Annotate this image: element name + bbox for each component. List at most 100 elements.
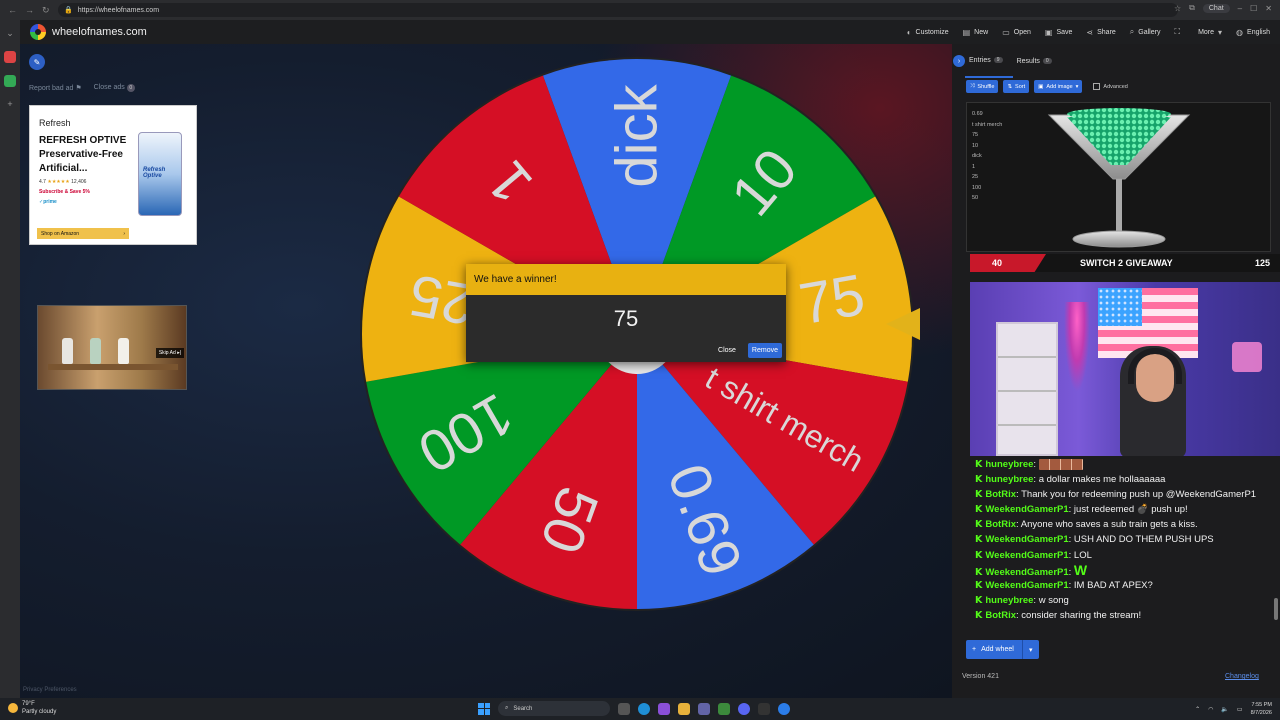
extensions-icon[interactable]: ⧉: [1189, 3, 1195, 13]
chat-username[interactable]: huneybree: [985, 474, 1033, 485]
taskbar-search[interactable]: ⌕ Search: [498, 701, 610, 716]
close-window-icon[interactable]: ✕: [1265, 4, 1272, 13]
vertical-tab-kick[interactable]: [4, 75, 16, 87]
store-icon[interactable]: [718, 702, 730, 715]
chevron-down-icon: ▾: [1075, 83, 1079, 90]
browser-toolbar: ← → ↻ 🔒 https://wheelofnames.com ☆ ⧉ Cha…: [0, 0, 1280, 20]
header-menu-item[interactable]: ⌕ Gallery: [1130, 27, 1161, 37]
ad-bottle: [90, 338, 101, 364]
volume-icon[interactable]: 🔈: [1221, 706, 1228, 713]
chat-message: 𝗞huneybree: w song: [975, 594, 1069, 606]
kick-badge-icon: 𝗞: [975, 566, 983, 578]
folder-icon: ▭: [1002, 27, 1010, 37]
chat-username[interactable]: WeekendGamerP1: [985, 550, 1068, 561]
amazon-ad[interactable]: Refresh REFRESH OPTIVE Preservative-Free…: [29, 105, 197, 245]
new-tab-icon[interactable]: +: [7, 99, 12, 109]
shop-on-amazon-button[interactable]: Shop on Amazon ›: [37, 228, 129, 239]
edit-pencil-button[interactable]: ✎: [29, 54, 45, 70]
tab-list-icon[interactable]: ⌄: [6, 28, 14, 39]
advanced-checkbox[interactable]: Advanced: [1093, 83, 1128, 90]
close-ads-link[interactable]: Close ads 0: [94, 84, 135, 92]
windows-start-icon[interactable]: [478, 702, 490, 715]
chat-text: Anyone who saves a sub train gets a kiss…: [1020, 519, 1198, 531]
overlay-right-count: 125: [1254, 258, 1270, 268]
wheel-segment-label: dick: [605, 83, 670, 187]
profile-chip[interactable]: Chat: [1202, 3, 1230, 13]
reload-icon[interactable]: ↻: [42, 5, 50, 16]
collapse-panel-button[interactable]: ›: [953, 55, 965, 67]
scrollbar-thumb[interactable]: [1274, 598, 1278, 620]
privacy-preferences-link[interactable]: Privacy Preferences: [23, 687, 77, 693]
battery-icon[interactable]: ▭: [1237, 706, 1243, 713]
task-view-icon[interactable]: [618, 702, 630, 715]
search-icon: ⌕: [505, 705, 509, 711]
winner-heading: We have a winner!: [466, 264, 786, 295]
kick-badge-icon: 𝗞: [975, 519, 983, 531]
header-menu-item[interactable]: ⋖ Share: [1086, 28, 1115, 37]
chat-message: 𝗞huneybree: a dollar makes me hollaaaaaa: [975, 474, 1166, 486]
bookmark-icon[interactable]: ☆: [1174, 4, 1181, 13]
weather-widget[interactable]: 79°F Partly cloudy: [8, 700, 56, 716]
chat-username[interactable]: BotRix: [985, 610, 1016, 621]
discord-icon[interactable]: [738, 702, 750, 715]
file-explorer-icon[interactable]: [678, 702, 690, 715]
report-ad-link[interactable]: Report bad ad ⚑: [29, 84, 82, 92]
ad-product-image: Refresh Optive: [138, 132, 182, 216]
chevron-up-icon[interactable]: ⌃: [1195, 706, 1200, 713]
vertical-tab-wheel[interactable]: [4, 51, 16, 63]
header-menu-item[interactable]: ◐ Customize: [907, 28, 949, 37]
tab-entries[interactable]: Entries 9: [965, 44, 1013, 78]
header-menu-item[interactable]: ◍ English: [1236, 28, 1270, 37]
back-icon[interactable]: ←: [8, 5, 17, 16]
ad-brand: Refresh: [39, 118, 71, 128]
minimize-icon[interactable]: –: [1238, 4, 1242, 13]
chat-username[interactable]: BotRix: [985, 489, 1016, 500]
chat-username[interactable]: BotRix: [985, 519, 1016, 530]
chat-username[interactable]: WeekendGamerP1: [985, 504, 1068, 515]
add-wheel-button[interactable]: + Add wheel ▾: [966, 640, 1039, 659]
system-clock[interactable]: 7:55 PM 8/7/2026: [1251, 701, 1272, 717]
changelog-link[interactable]: Changelog: [1225, 673, 1259, 680]
chat-username[interactable]: huneybree: [985, 595, 1033, 606]
webcam-feed: [970, 282, 1280, 456]
video-ad[interactable]: Skip Ad ▸|: [37, 305, 187, 390]
site-logo[interactable]: wheelofnames.com: [20, 24, 147, 40]
app-icon[interactable]: [778, 702, 790, 715]
chat-message: 𝗞 WeekendGamerP1: LOL: [975, 549, 1092, 561]
header-menu-item[interactable]: ⛶: [1174, 27, 1184, 37]
remove-button[interactable]: Remove: [747, 343, 782, 358]
header-menu-item[interactable]: ▭ Open: [1002, 28, 1031, 37]
overlay-left-count: 40: [970, 254, 1046, 272]
edge-icon[interactable]: [638, 702, 650, 715]
chat-username[interactable]: huneybree: [985, 459, 1033, 470]
emote-icon: [1038, 458, 1083, 470]
tab-results[interactable]: Results 0: [1013, 44, 1062, 78]
ad-bottle: [118, 338, 129, 364]
chat-text: LOL: [1073, 549, 1092, 561]
entries-textarea[interactable]: 0.69 t shirt merch 75 10 dick 1 25 100 50: [966, 102, 1271, 252]
add-wheel-dropdown[interactable]: ▾: [1023, 646, 1039, 654]
header-menu-item[interactable]: ▤ New: [963, 28, 989, 37]
shuffle-button[interactable]: ⤨ Shuffle: [966, 80, 999, 93]
entry-line: 10: [972, 142, 979, 149]
chat-username[interactable]: WeekendGamerP1: [985, 534, 1068, 545]
close-button[interactable]: Close: [714, 343, 740, 358]
sort-button[interactable]: ⇅ Sort: [1003, 80, 1030, 93]
header-menu-item[interactable]: More ▾: [1198, 28, 1222, 37]
skip-ad-button[interactable]: Skip Ad ▸|: [155, 348, 184, 358]
add-image-button[interactable]: ▣ Add image ▾: [1034, 80, 1083, 93]
wifi-icon[interactable]: ◠: [1208, 706, 1213, 713]
forward-icon[interactable]: →: [25, 5, 34, 16]
teams-icon[interactable]: [698, 702, 710, 715]
entry-line: 100: [972, 184, 982, 191]
chat-username[interactable]: WeekendGamerP1: [985, 567, 1068, 578]
ad-bottle: [62, 338, 73, 364]
address-bar[interactable]: 🔒 https://wheelofnames.com: [58, 3, 1178, 17]
copilot-icon[interactable]: [658, 702, 670, 715]
wheel-pointer: [886, 308, 920, 340]
x-app-icon[interactable]: [758, 702, 770, 715]
maximize-icon[interactable]: ☐: [1250, 4, 1257, 13]
header-menu-item[interactable]: ▣ Save: [1045, 28, 1073, 37]
sort-icon: ⇅: [1007, 83, 1013, 90]
chat-username[interactable]: WeekendGamerP1: [985, 580, 1068, 591]
